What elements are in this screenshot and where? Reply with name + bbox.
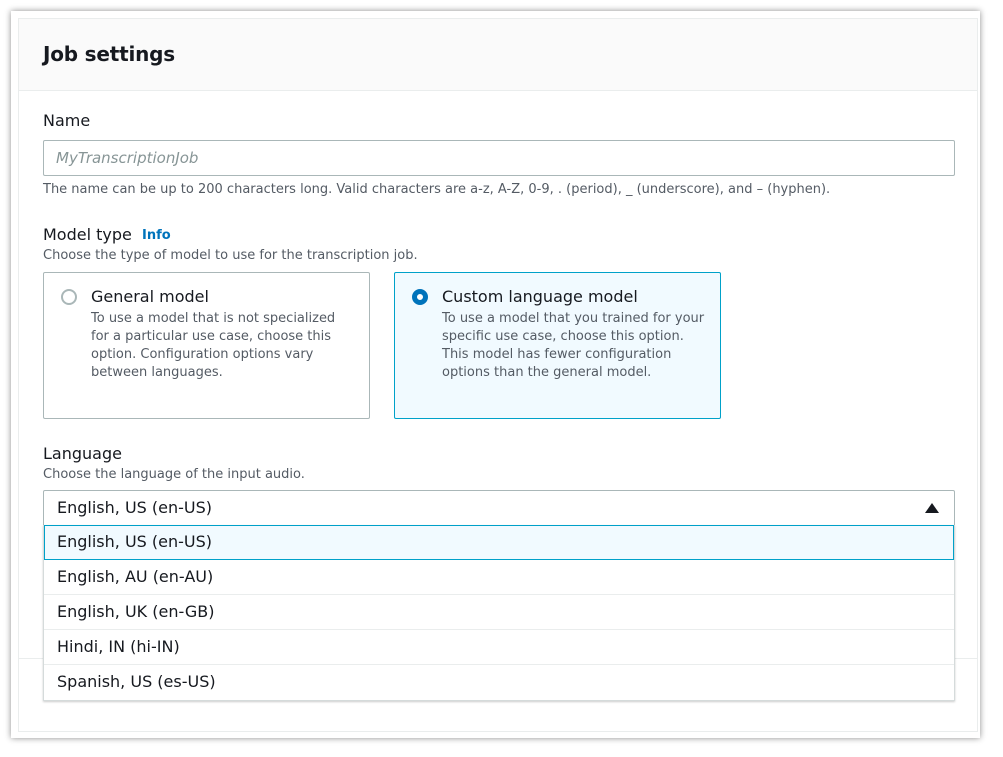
custom-language-model-tile[interactable]: Custom language model To use a model tha… [394,272,721,419]
language-option[interactable]: Spanish, US (es-US) [44,665,954,700]
language-option[interactable]: English, UK (en-GB) [44,595,954,630]
name-constraint-text: The name can be up to 200 characters lon… [43,182,831,197]
name-input[interactable] [43,140,955,176]
model-type-description: Choose the type of model to use for the … [43,248,418,263]
panel-title: Job settings [43,42,175,66]
panel-header: Job settings [19,19,977,91]
model-type-label: Model type [43,225,132,244]
custom-language-model-title: Custom language model [442,287,638,306]
language-select-value: English, US (en-US) [57,498,213,517]
language-select[interactable]: English, US (en-US) [43,490,955,526]
general-model-radio[interactable] [61,289,77,305]
name-label: Name [43,111,91,130]
language-option[interactable]: English, AU (en-AU) [44,560,954,595]
job-settings-panel: Job settings Name The name can be up to … [18,18,978,732]
custom-language-model-radio[interactable] [412,289,428,305]
language-label: Language [43,444,122,463]
custom-language-model-description: To use a model that you trained for your… [442,311,705,380]
language-dropdown-list: English, US (en-US) English, AU (en-AU) … [43,525,955,701]
language-description: Choose the language of the input audio. [43,467,305,482]
model-type-info-link[interactable]: Info [142,228,171,243]
general-model-tile[interactable]: General model To use a model that is not… [43,272,370,419]
language-option[interactable]: English, US (en-US) [44,525,954,560]
general-model-title: General model [91,287,209,306]
language-option[interactable]: Hindi, IN (hi-IN) [44,630,954,665]
caret-up-icon [925,503,939,513]
general-model-description: To use a model that is not specialized f… [91,311,336,380]
